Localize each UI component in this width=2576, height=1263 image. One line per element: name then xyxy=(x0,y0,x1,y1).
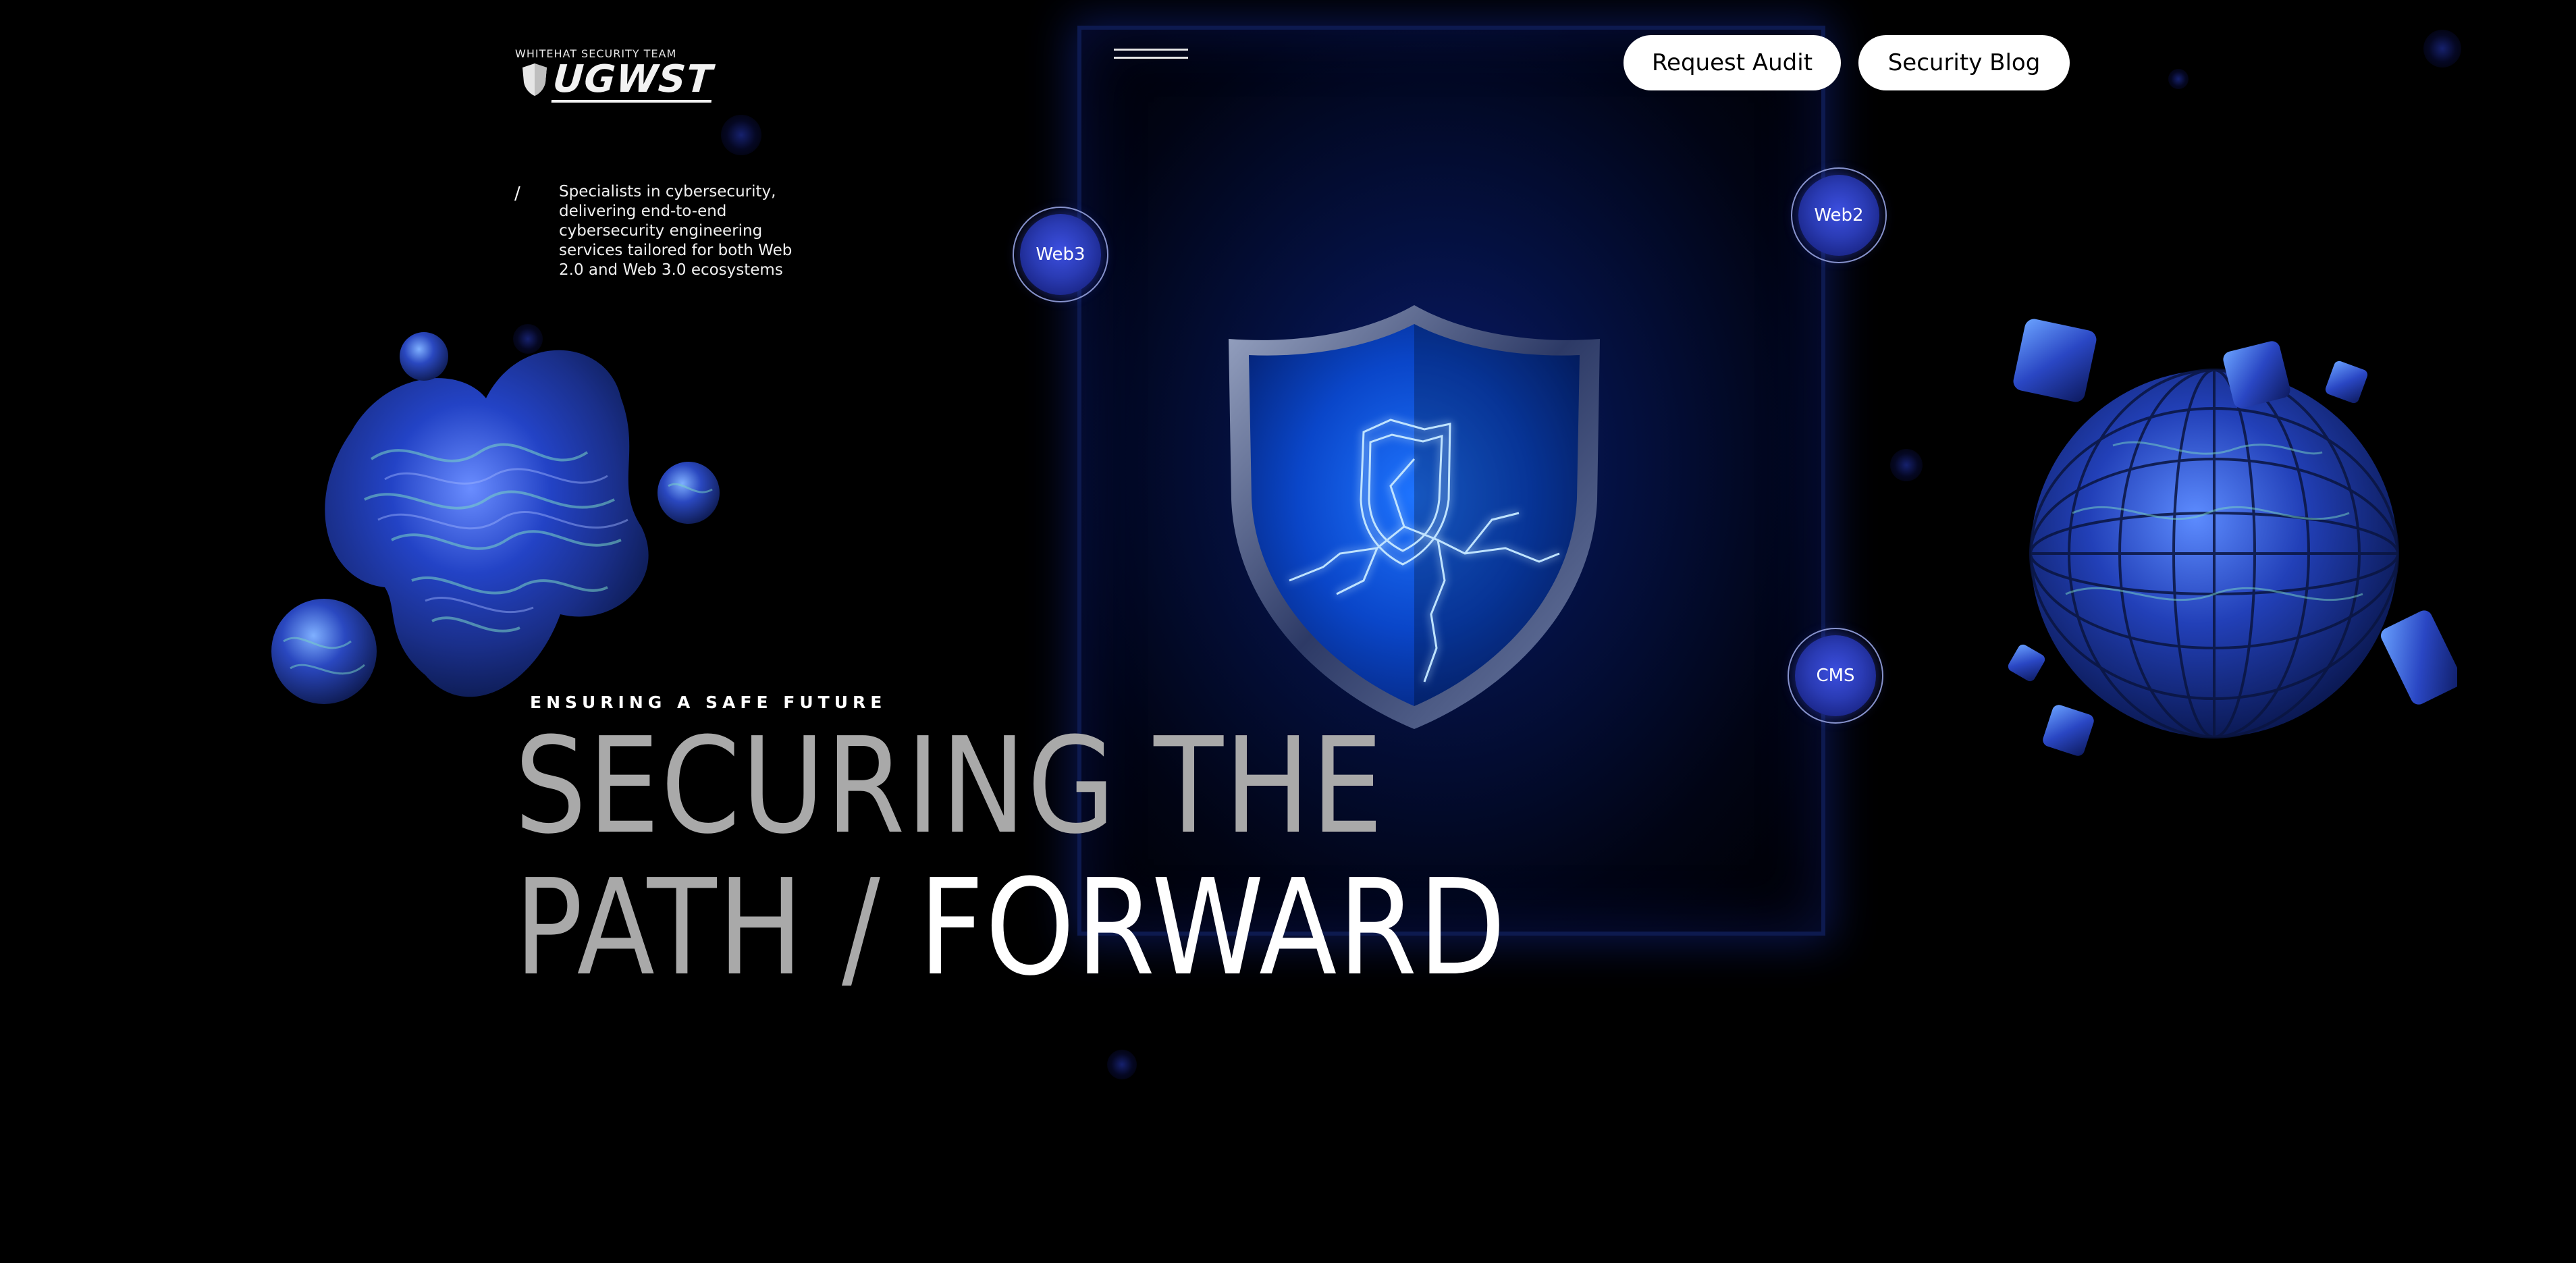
intro-description: Specialists in cybersecurity, delivering… xyxy=(559,183,793,279)
headline-line-2: PATH / FORWARD xyxy=(514,857,1507,999)
ambient-particle xyxy=(721,115,761,155)
tag-cms[interactable]: CMS xyxy=(1788,628,1883,724)
shield-logo-icon xyxy=(522,63,547,96)
cube-sphere-art xyxy=(1998,311,2462,770)
hero-headline: SECURING THE PATH / FORWARD xyxy=(514,716,1507,999)
shield-lightning-icon xyxy=(1222,297,1607,736)
ambient-particle xyxy=(2423,30,2461,68)
security-blog-button[interactable]: Security Blog xyxy=(1858,35,2070,90)
tag-web3[interactable]: Web3 xyxy=(1013,207,1108,302)
description-slash: / xyxy=(514,184,520,204)
hamburger-menu-icon[interactable] xyxy=(1114,47,1189,62)
ambient-particle xyxy=(1890,449,1923,481)
logo-wordmark: UGWST xyxy=(551,57,715,103)
brand-logo[interactable]: WHITEHAT SECURITY TEAM UGWST xyxy=(515,47,714,103)
tag-cms-label: CMS xyxy=(1795,635,1876,716)
tag-web2-label: Web2 xyxy=(1798,175,1879,256)
headline-forward-text: FORWARD xyxy=(918,851,1507,1005)
ambient-particle xyxy=(2168,69,2189,89)
headline-line-1: SECURING THE xyxy=(514,709,1385,863)
fluid-blob-art xyxy=(263,324,736,729)
tag-web3-label: Web3 xyxy=(1020,214,1101,295)
ambient-particle xyxy=(1107,1050,1137,1079)
menu-line xyxy=(1114,57,1188,59)
request-audit-button[interactable]: Request Audit xyxy=(1624,35,1841,90)
tag-web2[interactable]: Web2 xyxy=(1791,167,1887,263)
headline-path-text: PATH / xyxy=(514,851,919,1005)
landing-page: WHITEHAT SECURITY TEAM UGWST Request Aud… xyxy=(0,0,2576,1263)
menu-line xyxy=(1114,49,1188,51)
